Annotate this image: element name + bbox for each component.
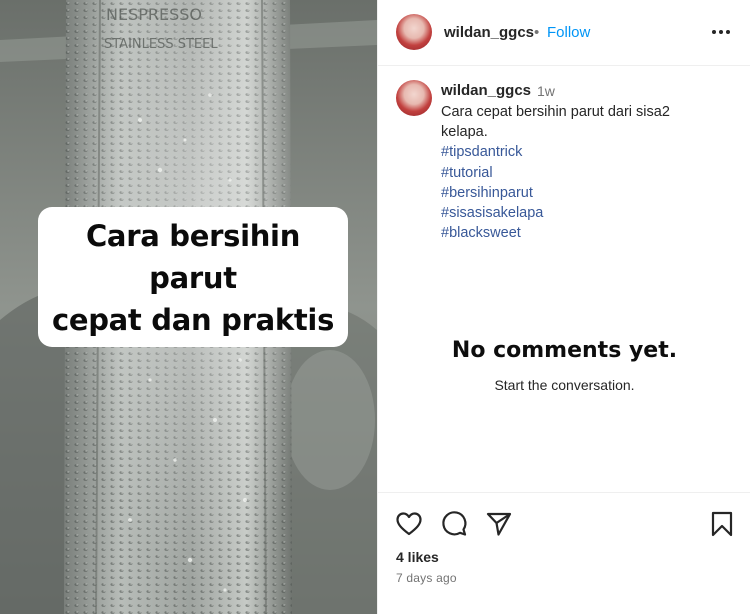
post-media[interactable]: NESPRESSO STAINLESS STEEL Cara bersihin … [0, 0, 377, 614]
separator-dot: • [534, 24, 540, 41]
likes-count[interactable]: 4 likes [396, 549, 439, 565]
more-options-icon[interactable] [710, 24, 732, 40]
bookmark-icon[interactable] [708, 510, 736, 538]
caption-line-2: kelapa. [441, 124, 488, 141]
caption-text: Cara cepat bersihin parut dari sisa2 kel… [441, 102, 731, 243]
post-side-panel: wildan_ggcs • Follow wildan_ggcs 1w Cara… [377, 0, 750, 614]
caption-username[interactable]: wildan_ggcs [441, 82, 531, 99]
overlay-line-2: cepat dan praktis [51, 303, 335, 337]
hashtag-link[interactable]: #tipsdantrick [441, 142, 731, 162]
follow-button[interactable]: Follow [547, 24, 590, 41]
engraving-brand: NESPRESSO [106, 5, 202, 24]
caption-line-1: Cara cepat bersihin parut dari sisa2 [441, 104, 670, 120]
hashtag-link[interactable]: #sisasisakelapa [441, 203, 731, 223]
caption-time[interactable]: 1w [537, 83, 555, 99]
no-comments-subtitle: Start the conversation. [494, 377, 635, 393]
caption-avatar[interactable] [396, 80, 432, 116]
post-timestamp[interactable]: 7 days ago [396, 571, 457, 585]
avatar[interactable] [396, 14, 432, 50]
caption-section: wildan_ggcs 1w Cara cepat bersihin parut… [378, 66, 750, 492]
post-header: wildan_ggcs • Follow [378, 0, 750, 66]
post-actions: 4 likes 7 days ago [378, 492, 750, 614]
header-username[interactable]: wildan_ggcs [444, 24, 534, 41]
heart-icon[interactable] [395, 510, 423, 538]
hashtag-link[interactable]: #bersihinparut [441, 183, 731, 203]
hashtag-link[interactable]: #blacksweet [441, 223, 731, 243]
share-icon[interactable] [485, 510, 513, 538]
engraving-material: STAINLESS STEEL [104, 37, 218, 52]
video-overlay-caption: Cara bersihin parut cepat dan praktis [38, 207, 348, 347]
overlay-line-1: Cara bersihin parut [85, 219, 301, 295]
comment-icon[interactable] [440, 510, 468, 538]
no-comments-title: No comments yet. [451, 338, 678, 363]
hashtag-link[interactable]: #tutorial [441, 163, 731, 183]
